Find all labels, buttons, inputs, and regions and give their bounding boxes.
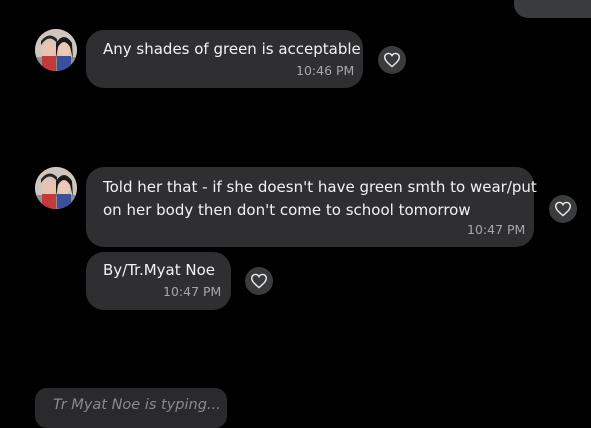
react-button[interactable]	[549, 195, 577, 223]
message-text-line: on her body then don't come to school to…	[103, 201, 471, 219]
message-text: By/Tr.Myat Noe	[103, 261, 216, 279]
typing-indicator-text: Tr Myat Noe is typing...	[53, 397, 221, 413]
heart-icon	[250, 273, 268, 289]
avatar-photo	[35, 29, 77, 71]
react-button[interactable]	[245, 267, 273, 295]
avatar-photo	[35, 167, 77, 209]
message-text-line: Told her that - if she doesn't have gree…	[103, 178, 537, 196]
message-time: 10:46 PM	[296, 63, 355, 78]
message-time: 10:47 PM	[467, 222, 526, 237]
heart-icon	[554, 201, 572, 217]
avatar[interactable]	[35, 167, 77, 209]
message-time: 10:47 PM	[163, 284, 222, 299]
avatar[interactable]	[35, 29, 77, 71]
message-text: Any shades of green is acceptable	[103, 40, 361, 58]
react-button[interactable]	[378, 46, 406, 74]
outgoing-message-bubble[interactable]	[514, 0, 591, 18]
heart-icon	[383, 52, 401, 68]
